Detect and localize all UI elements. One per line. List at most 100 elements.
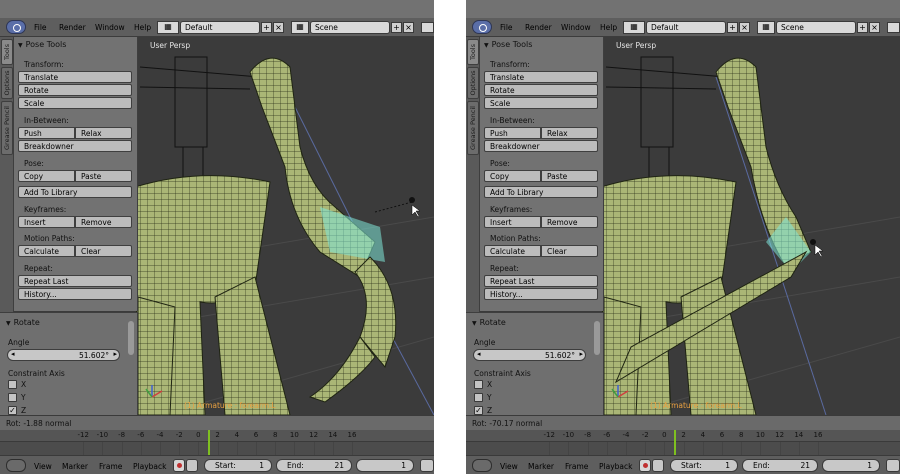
- delete-scene-button[interactable]: ×: [869, 22, 880, 33]
- scene-browse-button[interactable]: ▦: [757, 21, 775, 34]
- copy-pose-button[interactable]: Copy: [18, 170, 75, 182]
- paste-pose-button[interactable]: Paste: [75, 170, 132, 182]
- insert-keyframe-button[interactable]: Insert: [18, 216, 75, 228]
- add-layout-button[interactable]: +: [727, 22, 738, 33]
- keying-icon[interactable]: [652, 459, 664, 472]
- end-frame-field[interactable]: End: 21: [276, 459, 352, 472]
- timeline-editor-icon[interactable]: [472, 459, 492, 472]
- relax-button[interactable]: Relax: [75, 127, 132, 139]
- delete-layout-button[interactable]: ×: [273, 22, 284, 33]
- render-engine-selector[interactable]: [421, 22, 434, 33]
- paste-pose-button[interactable]: Paste: [541, 170, 598, 182]
- start-frame-field[interactable]: Start: 1: [670, 459, 738, 472]
- pose-tools-header[interactable]: Pose Tools: [484, 40, 533, 49]
- editor-type-icon[interactable]: [6, 20, 26, 34]
- tab-tools[interactable]: Tools: [467, 39, 479, 65]
- repeat-last-button[interactable]: Repeat Last: [18, 275, 132, 287]
- add-to-library-button[interactable]: Add To Library: [18, 186, 132, 198]
- menu-render[interactable]: Render: [59, 23, 86, 32]
- layout-browse-button[interactable]: ▦: [623, 21, 645, 34]
- scene-selector[interactable]: Scene: [776, 21, 856, 34]
- menu-render[interactable]: Render: [525, 23, 552, 32]
- menu-view[interactable]: View: [34, 462, 52, 471]
- angle-field[interactable]: 51.602°: [473, 349, 586, 361]
- translate-button[interactable]: Translate: [484, 71, 598, 83]
- clear-paths-button[interactable]: Clear: [75, 245, 132, 257]
- editor-type-icon[interactable]: [472, 20, 492, 34]
- axis-z-checkbox[interactable]: ✓: [474, 406, 483, 415]
- add-scene-button[interactable]: +: [857, 22, 868, 33]
- add-scene-button[interactable]: +: [391, 22, 402, 33]
- angle-field[interactable]: 51.602°: [7, 349, 120, 361]
- operator-title[interactable]: Rotate: [6, 318, 40, 327]
- current-frame-field[interactable]: 1: [356, 459, 414, 472]
- menu-file[interactable]: File: [34, 23, 47, 32]
- history-button[interactable]: History...: [18, 288, 132, 300]
- panel-scrollbar[interactable]: [594, 321, 600, 355]
- menu-help[interactable]: Help: [134, 23, 151, 32]
- keying-icon[interactable]: [186, 459, 198, 472]
- menu-marker[interactable]: Marker: [62, 462, 88, 471]
- record-icon[interactable]: [173, 459, 185, 472]
- tab-options[interactable]: Options: [467, 67, 479, 99]
- tab-tools[interactable]: Tools: [1, 39, 13, 65]
- layout-browse-button[interactable]: ▦: [157, 21, 179, 34]
- operator-title[interactable]: Rotate: [472, 318, 506, 327]
- clear-paths-button[interactable]: Clear: [541, 245, 598, 257]
- calculate-paths-button[interactable]: Calculate: [18, 245, 75, 257]
- axis-x-checkbox[interactable]: [8, 380, 17, 389]
- playback-controls-icon[interactable]: [886, 459, 900, 472]
- calculate-paths-button[interactable]: Calculate: [484, 245, 541, 257]
- history-button[interactable]: History...: [484, 288, 598, 300]
- menu-marker[interactable]: Marker: [528, 462, 554, 471]
- delete-layout-button[interactable]: ×: [739, 22, 750, 33]
- menu-frame[interactable]: Frame: [565, 462, 588, 471]
- menu-file[interactable]: File: [500, 23, 513, 32]
- menu-playback[interactable]: Playback: [133, 462, 166, 471]
- menu-frame[interactable]: Frame: [99, 462, 122, 471]
- insert-keyframe-button[interactable]: Insert: [484, 216, 541, 228]
- axis-y-checkbox[interactable]: [8, 393, 17, 402]
- rotate-button[interactable]: Rotate: [484, 84, 598, 96]
- tab-grease-pencil[interactable]: Grease Pencil: [467, 101, 479, 155]
- copy-pose-button[interactable]: Copy: [484, 170, 541, 182]
- menu-playback[interactable]: Playback: [599, 462, 632, 471]
- start-frame-field[interactable]: Start: 1: [204, 459, 272, 472]
- breakdowner-button[interactable]: Breakdowner: [484, 140, 598, 152]
- frame-cursor[interactable]: [208, 430, 210, 455]
- scene-selector[interactable]: Scene: [310, 21, 390, 34]
- timeline[interactable]: -12 -10 -8 -6 -4 -2 0 2 4 6 8 10 12 14 16: [0, 430, 434, 455]
- panel-scrollbar[interactable]: [128, 321, 134, 355]
- add-layout-button[interactable]: +: [261, 22, 272, 33]
- playback-controls-icon[interactable]: [420, 459, 434, 472]
- render-engine-selector[interactable]: [887, 22, 900, 33]
- push-button[interactable]: Push: [18, 127, 75, 139]
- menu-view[interactable]: View: [500, 462, 518, 471]
- menu-window[interactable]: Window: [561, 23, 591, 32]
- scale-button[interactable]: Scale: [18, 97, 132, 109]
- menu-help[interactable]: Help: [600, 23, 617, 32]
- repeat-last-button[interactable]: Repeat Last: [484, 275, 598, 287]
- remove-keyframe-button[interactable]: Remove: [541, 216, 598, 228]
- translate-button[interactable]: Translate: [18, 71, 132, 83]
- scene-browse-button[interactable]: ▦: [291, 21, 309, 34]
- push-button[interactable]: Push: [484, 127, 541, 139]
- axis-x-checkbox[interactable]: [474, 380, 483, 389]
- menu-window[interactable]: Window: [95, 23, 125, 32]
- add-to-library-button[interactable]: Add To Library: [484, 186, 598, 198]
- breakdowner-button[interactable]: Breakdowner: [18, 140, 132, 152]
- layout-selector[interactable]: Default: [180, 21, 260, 34]
- delete-scene-button[interactable]: ×: [403, 22, 414, 33]
- timeline[interactable]: -12 -10 -8 -6 -4 -2 0 2 4 6 8 10 12 14 16: [466, 430, 900, 455]
- remove-keyframe-button[interactable]: Remove: [75, 216, 132, 228]
- layout-selector[interactable]: Default: [646, 21, 726, 34]
- relax-button[interactable]: Relax: [541, 127, 598, 139]
- tab-options[interactable]: Options: [1, 67, 13, 99]
- end-frame-field[interactable]: End: 21: [742, 459, 818, 472]
- axis-y-checkbox[interactable]: [474, 393, 483, 402]
- pose-tools-header[interactable]: Pose Tools: [18, 40, 67, 49]
- rotate-button[interactable]: Rotate: [18, 84, 132, 96]
- record-icon[interactable]: [639, 459, 651, 472]
- axis-z-checkbox[interactable]: ✓: [8, 406, 17, 415]
- tab-grease-pencil[interactable]: Grease Pencil: [1, 101, 13, 155]
